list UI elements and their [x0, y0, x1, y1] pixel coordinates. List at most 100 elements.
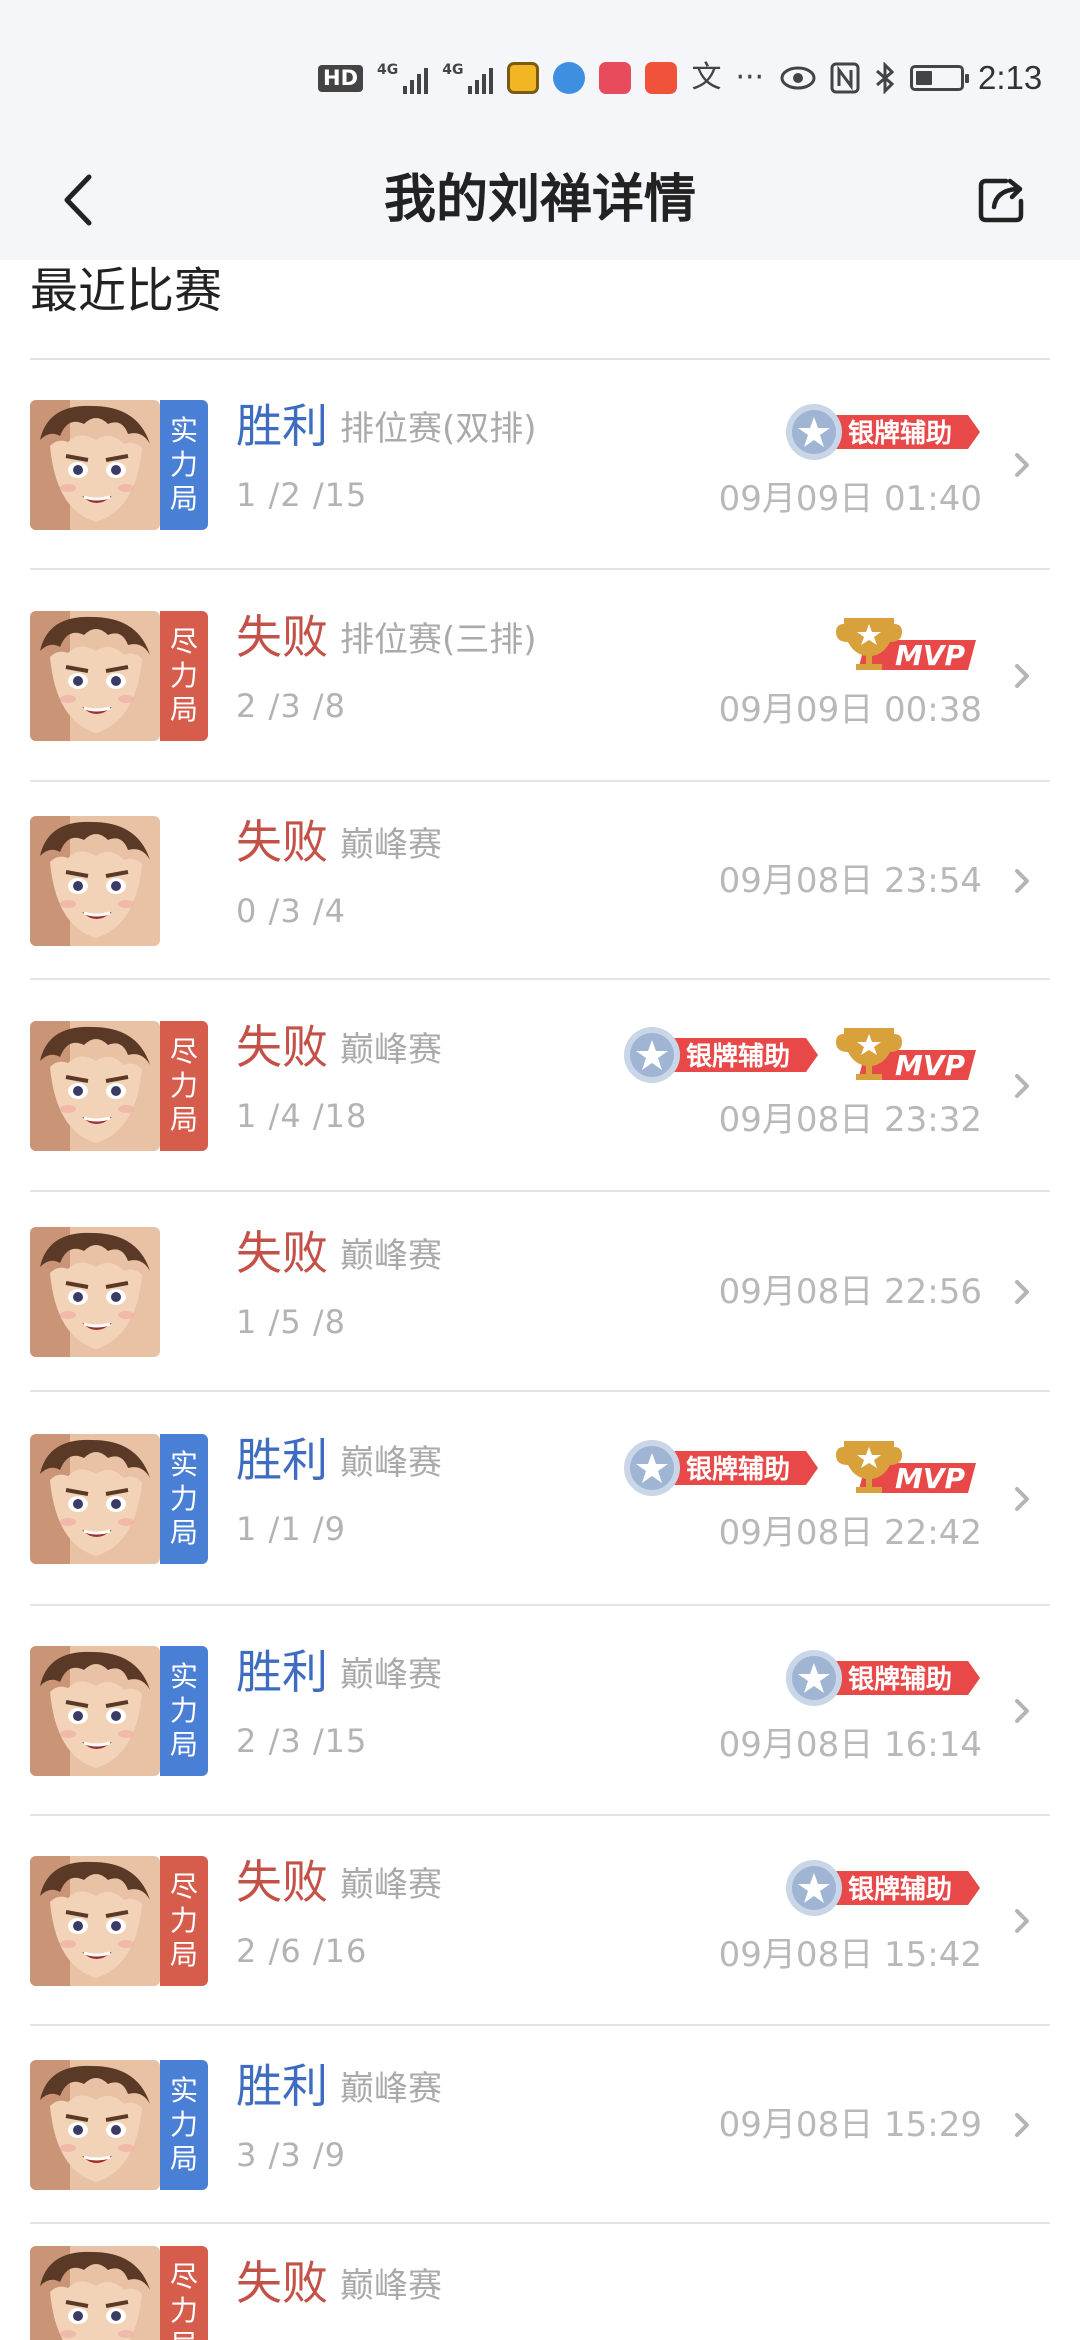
hero-avatar-image [30, 2060, 160, 2190]
match-result: 失败 [236, 815, 328, 869]
silver-support-badge: 银牌辅助 [624, 1440, 818, 1496]
match-row[interactable]: 实力局胜利 巅峰赛 2 /3 /15 09月08日 16:14 银牌辅助 [0, 1606, 1080, 1816]
match-kda: 3 /3 /9 [236, 2136, 346, 2174]
hd-icon: HD [318, 64, 364, 92]
performance-tag-char: 局 [169, 1103, 198, 1136]
performance-tag: 实力局 [160, 400, 208, 530]
chevron-right-icon[interactable] [1010, 661, 1034, 691]
chevron-right-icon[interactable] [1010, 866, 1034, 896]
translate-icon: 文 [691, 60, 722, 95]
performance-tag-char: 局 [169, 1938, 198, 1971]
app-icon [599, 62, 632, 94]
status-icons: HD 4G 4G 文 ··· [318, 56, 764, 100]
mvp-badge-label: MVP [895, 1462, 966, 1495]
performance-tag-char: 力 [169, 2294, 198, 2327]
silver-support-badge: 银牌辅助 [624, 1027, 818, 1083]
chevron-right-icon[interactable] [1010, 1277, 1034, 1307]
performance-tag: 尽力局 [160, 1856, 208, 1986]
nfc-icon [830, 62, 860, 94]
app-icon [553, 62, 586, 94]
performance-tag: 实力局 [160, 1434, 208, 1564]
silver-badge-label: 银牌辅助 [848, 1664, 952, 1695]
signal-icon: 4G [442, 62, 494, 94]
match-row[interactable]: 尽力局失败 排位赛(三排) 2 /3 /8 09月09日 00:38 MVP [0, 570, 1080, 782]
chevron-right-icon[interactable] [1010, 1696, 1034, 1726]
hero-avatar [30, 611, 160, 741]
mvp-badge-label: MVP [895, 639, 966, 672]
match-row[interactable]: 失败 巅峰赛 0 /3 /4 09月08日 23:54 [0, 782, 1080, 980]
mvp-badge: MVP [836, 618, 976, 672]
match-row[interactable]: 失败 巅峰赛 1 /5 /8 09月08日 22:56 [0, 1192, 1080, 1392]
share-button[interactable] [970, 166, 1034, 234]
match-row[interactable]: 尽力局失败 巅峰赛 1 /4 /18 09月08日 23:32 银牌辅助 MVP [0, 980, 1080, 1192]
chevron-right-icon[interactable] [1010, 2110, 1034, 2140]
match-row[interactable]: 实力局胜利 排位赛(双排) 1 /2 /15 09月09日 01:40 银牌辅助 [0, 360, 1080, 570]
match-row[interactable]: 实力局胜利 巅峰赛 1 /1 /9 09月08日 22:42 银牌辅助 MVP [0, 1392, 1080, 1606]
eye-icon [780, 66, 816, 90]
match-badges: 银牌辅助 [782, 401, 982, 463]
match-row[interactable]: 实力局胜利 巅峰赛 3 /3 /9 09月08日 15:29 [0, 2026, 1080, 2224]
match-date: 09月08日 15:29 [718, 2105, 982, 2145]
match-result: 胜利 [236, 399, 328, 453]
status-right: 2:13 [780, 56, 1042, 100]
clock: 2:13 [978, 59, 1043, 96]
match-badges: 银牌辅助 MVP [620, 1435, 982, 1501]
silver-badge-label: 银牌辅助 [848, 418, 952, 449]
match-result: 失败 [236, 1855, 328, 1909]
performance-tag-char: 力 [169, 1069, 198, 1102]
match-mode: 巅峰赛 [340, 2069, 442, 2109]
match-date: 09月08日 23:54 [718, 861, 982, 901]
performance-tag: 尽力局 [160, 2246, 208, 2340]
hero-avatar-image [30, 1227, 160, 1357]
match-kda: 1 /2 /15 [236, 476, 368, 514]
hero-avatar [30, 1856, 160, 1986]
performance-tag-char: 局 [169, 693, 198, 726]
match-mode: 巅峰赛 [340, 1443, 442, 1483]
section-title: 最近比赛 [30, 263, 223, 319]
signal-icon: 4G [377, 62, 429, 94]
match-list: 实力局胜利 排位赛(双排) 1 /2 /15 09月09日 01:40 银牌辅助尽力局失… [0, 360, 1080, 2340]
silver-badge-label: 银牌辅助 [686, 1041, 790, 1072]
silver-badge-label: 银牌辅助 [686, 1454, 790, 1485]
performance-tag: 实力局 [160, 1646, 208, 1776]
match-kda: 1 /5 /8 [236, 1303, 346, 1341]
mvp-badge-label: MVP [895, 1049, 966, 1082]
more-icon: ··· [735, 60, 765, 95]
match-result: 胜利 [236, 1433, 328, 1487]
silver-support-badge: 银牌辅助 [786, 1860, 980, 1916]
match-mode: 巅峰赛 [340, 1865, 442, 1905]
match-mode: 排位赛(双排) [340, 409, 537, 449]
mvp-badge: MVP [836, 1028, 976, 1082]
chevron-right-icon[interactable] [1010, 1906, 1034, 1936]
match-badges: 银牌辅助 [782, 1647, 982, 1709]
chevron-right-icon[interactable] [1010, 1071, 1034, 1101]
chevron-right-icon[interactable] [1010, 450, 1034, 480]
performance-tag-char: 局 [170, 2328, 198, 2340]
hero-avatar [30, 1227, 160, 1357]
performance-tag-char: 力 [169, 659, 198, 692]
battery-icon [910, 65, 969, 91]
performance-tag-char: 力 [169, 448, 198, 481]
performance-tag-char: 实 [169, 2074, 198, 2107]
hero-avatar-image [30, 1646, 160, 1776]
match-date: 09月08日 15:42 [718, 1935, 982, 1975]
hero-avatar-image [30, 1021, 160, 1151]
app-icon [645, 62, 678, 94]
hero-avatar [30, 2060, 160, 2190]
performance-tag-char: 力 [169, 1694, 198, 1727]
hero-avatar [30, 2246, 160, 2340]
hero-avatar [30, 1434, 160, 1564]
hero-avatar [30, 1646, 160, 1776]
chevron-right-icon[interactable] [1010, 1484, 1034, 1514]
match-row[interactable]: 尽力局失败 巅峰赛 2 /6 /16 09月08日 15:42 银牌辅助 [0, 1816, 1080, 2026]
app-icon [507, 62, 540, 94]
match-row[interactable]: 尽力局失败巅峰赛09月08日 15:15 [0, 2224, 1080, 2340]
performance-tag-char: 尽 [169, 2260, 198, 2293]
match-date: 09月08日 16:14 [718, 1725, 982, 1765]
match-date: 09月08日 22:42 [718, 1513, 982, 1553]
performance-tag-char: 力 [169, 1482, 198, 1515]
performance-tag-char: 尽 [169, 625, 198, 658]
status-bar: HD 4G 4G 文 ··· 2:13 [0, 0, 1080, 140]
share-icon [978, 178, 1024, 223]
performance-tag-char: 局 [169, 1516, 198, 1549]
